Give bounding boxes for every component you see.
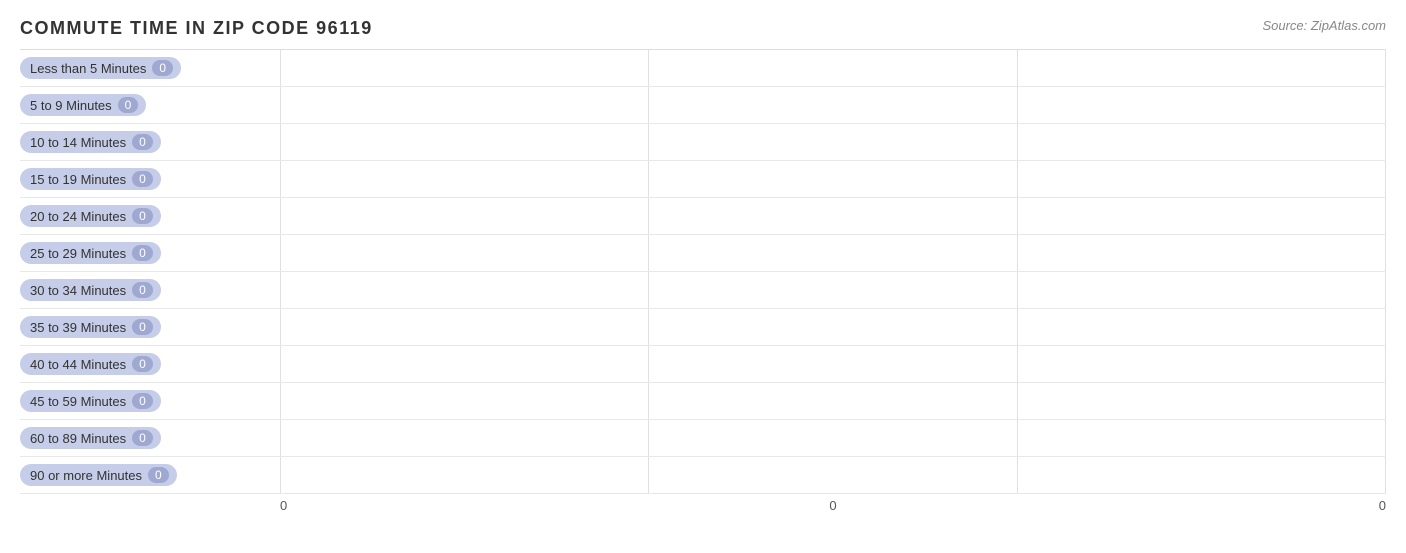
- chart-title: COMMUTE TIME IN ZIP CODE 96119: [20, 18, 1386, 39]
- bar-track: [280, 457, 1386, 493]
- bar-label-wrap: 60 to 89 Minutes 0: [20, 427, 280, 449]
- bar-label-wrap: 35 to 39 Minutes 0: [20, 316, 280, 338]
- bar-label-text: 25 to 29 Minutes: [30, 246, 126, 261]
- chart-container: COMMUTE TIME IN ZIP CODE 96119 Source: Z…: [0, 0, 1406, 553]
- bar-row: 60 to 89 Minutes 0: [20, 420, 1386, 457]
- bar-value-badge: 0: [148, 467, 169, 483]
- bar-track: [280, 87, 1386, 123]
- bar-row: 40 to 44 Minutes 0: [20, 346, 1386, 383]
- bar-row: 25 to 29 Minutes 0: [20, 235, 1386, 272]
- bar-value-badge: 0: [132, 319, 153, 335]
- x-tick-2: 0: [1017, 498, 1386, 513]
- bar-row: 30 to 34 Minutes 0: [20, 272, 1386, 309]
- bar-label-text: 60 to 89 Minutes: [30, 431, 126, 446]
- bar-label-wrap: 10 to 14 Minutes 0: [20, 131, 280, 153]
- bar-label-text: 5 to 9 Minutes: [30, 98, 112, 113]
- x-axis: 0 0 0: [20, 498, 1386, 513]
- bar-row: 90 or more Minutes 0: [20, 457, 1386, 494]
- bar-row: 15 to 19 Minutes 0: [20, 161, 1386, 198]
- bar-value-badge: 0: [132, 134, 153, 150]
- bar-label: 40 to 44 Minutes 0: [20, 353, 161, 375]
- bar-row: 5 to 9 Minutes 0: [20, 87, 1386, 124]
- bar-value-badge: 0: [132, 282, 153, 298]
- bar-label-text: Less than 5 Minutes: [30, 61, 146, 76]
- bar-label-text: 30 to 34 Minutes: [30, 283, 126, 298]
- bar-track: [280, 124, 1386, 160]
- bar-label: 30 to 34 Minutes 0: [20, 279, 161, 301]
- x-tick-1: 0: [649, 498, 1018, 513]
- bar-value-badge: 0: [132, 171, 153, 187]
- bar-row: 10 to 14 Minutes 0: [20, 124, 1386, 161]
- bar-track: [280, 50, 1386, 86]
- bar-label: 5 to 9 Minutes 0: [20, 94, 146, 116]
- bar-label-wrap: Less than 5 Minutes 0: [20, 57, 280, 79]
- bar-label: 20 to 24 Minutes 0: [20, 205, 161, 227]
- bar-track: [280, 272, 1386, 308]
- bar-track: [280, 161, 1386, 197]
- bar-label-text: 40 to 44 Minutes: [30, 357, 126, 372]
- bar-label: 90 or more Minutes 0: [20, 464, 177, 486]
- bar-value-badge: 0: [132, 245, 153, 261]
- bar-label-text: 90 or more Minutes: [30, 468, 142, 483]
- bar-track: [280, 420, 1386, 456]
- bar-label-wrap: 5 to 9 Minutes 0: [20, 94, 280, 116]
- bar-value-badge: 0: [132, 356, 153, 372]
- bar-label-wrap: 25 to 29 Minutes 0: [20, 242, 280, 264]
- bar-track: [280, 346, 1386, 382]
- bar-label-text: 35 to 39 Minutes: [30, 320, 126, 335]
- bar-label-wrap: 20 to 24 Minutes 0: [20, 205, 280, 227]
- bar-label-text: 20 to 24 Minutes: [30, 209, 126, 224]
- bar-value-badge: 0: [152, 60, 173, 76]
- bar-value-badge: 0: [132, 208, 153, 224]
- bar-track: [280, 309, 1386, 345]
- bar-value-badge: 0: [118, 97, 139, 113]
- bar-label-text: 45 to 59 Minutes: [30, 394, 126, 409]
- bar-label: 35 to 39 Minutes 0: [20, 316, 161, 338]
- bar-label-text: 10 to 14 Minutes: [30, 135, 126, 150]
- bar-row: Less than 5 Minutes 0: [20, 50, 1386, 87]
- bar-label: 45 to 59 Minutes 0: [20, 390, 161, 412]
- bar-row: 35 to 39 Minutes 0: [20, 309, 1386, 346]
- chart-area: Less than 5 Minutes 0 5 to 9 Minutes 0 1: [20, 49, 1386, 494]
- bar-label: 60 to 89 Minutes 0: [20, 427, 161, 449]
- bar-label-text: 15 to 19 Minutes: [30, 172, 126, 187]
- x-tick-0: 0: [280, 498, 649, 513]
- bar-label-wrap: 40 to 44 Minutes 0: [20, 353, 280, 375]
- bar-label: 25 to 29 Minutes 0: [20, 242, 161, 264]
- bar-track: [280, 198, 1386, 234]
- bar-value-badge: 0: [132, 430, 153, 446]
- bar-track: [280, 383, 1386, 419]
- bar-label: 15 to 19 Minutes 0: [20, 168, 161, 190]
- bar-label: Less than 5 Minutes 0: [20, 57, 181, 79]
- bar-value-badge: 0: [132, 393, 153, 409]
- bar-track: [280, 235, 1386, 271]
- bar-row: 45 to 59 Minutes 0: [20, 383, 1386, 420]
- bar-label-wrap: 90 or more Minutes 0: [20, 464, 280, 486]
- bar-label-wrap: 15 to 19 Minutes 0: [20, 168, 280, 190]
- source-label: Source: ZipAtlas.com: [1262, 18, 1386, 33]
- bar-label-wrap: 45 to 59 Minutes 0: [20, 390, 280, 412]
- bar-label: 10 to 14 Minutes 0: [20, 131, 161, 153]
- bar-row: 20 to 24 Minutes 0: [20, 198, 1386, 235]
- bar-label-wrap: 30 to 34 Minutes 0: [20, 279, 280, 301]
